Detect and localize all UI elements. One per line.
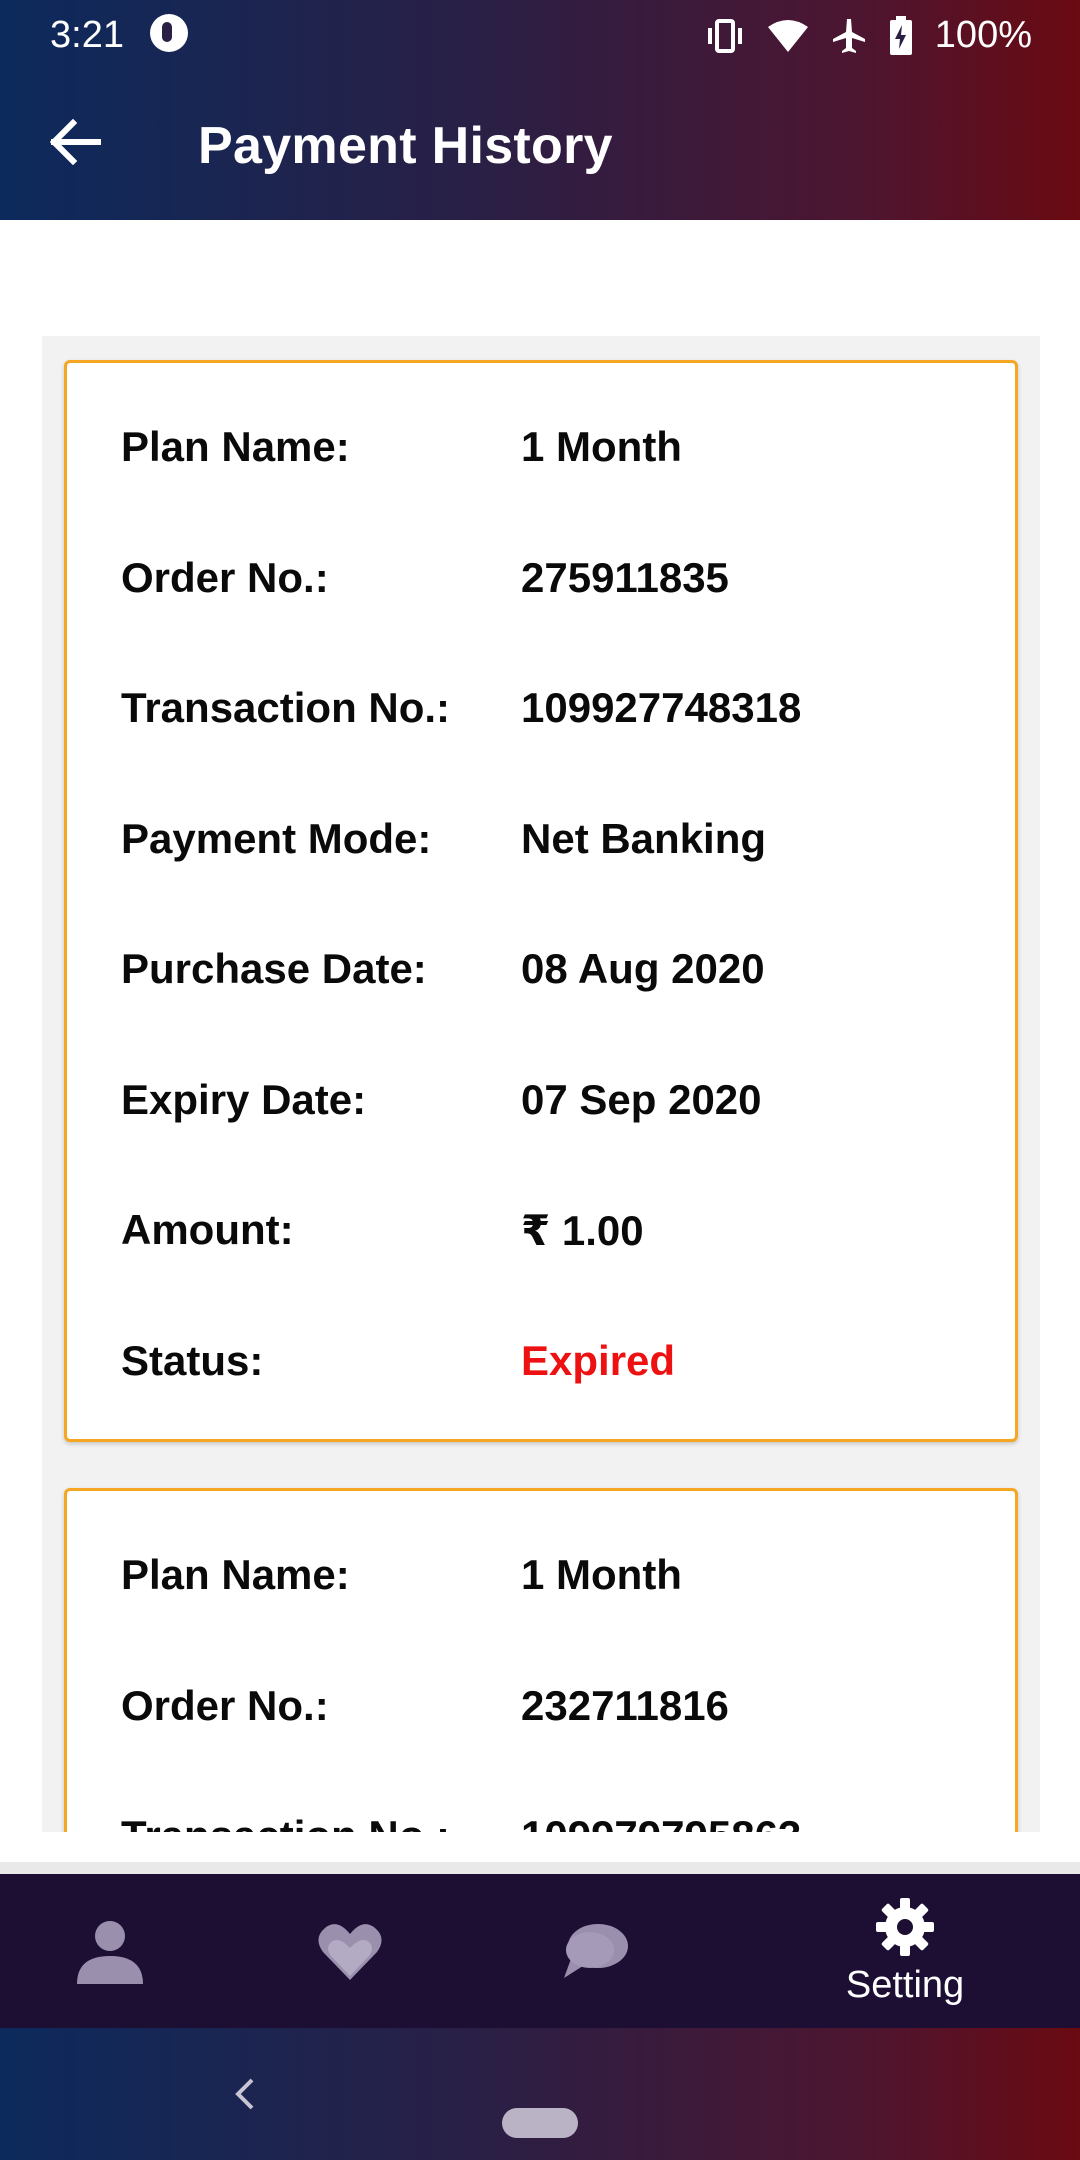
chat-icon xyxy=(564,1924,628,1978)
header: 3:21 100% Payment History xyxy=(0,0,1080,220)
airplane-icon xyxy=(832,18,865,53)
system-home-pill[interactable] xyxy=(502,2108,578,2138)
nav-item-matches[interactable] xyxy=(290,1874,410,2028)
nav-item-setting[interactable]: Setting xyxy=(820,1874,990,2028)
row-label: Transaction No.: xyxy=(121,684,451,731)
row-value: 232711816 xyxy=(521,1682,729,1729)
row-value: ₹ 1.00 xyxy=(521,1207,644,1254)
row-value: 1 Month xyxy=(521,423,682,470)
vibrate-icon xyxy=(707,18,742,53)
status-icons: 100% xyxy=(705,14,1032,57)
status-bar: 3:21 100% xyxy=(0,0,1080,72)
row-label: Order No.: xyxy=(121,554,329,601)
heart-icon xyxy=(318,1924,382,1980)
back-button[interactable] xyxy=(36,102,116,182)
payment-row-expiry-date: Expiry Date: 07 Sep 2020 xyxy=(121,1076,981,1136)
row-value: 07 Sep 2020 xyxy=(521,1076,762,1123)
row-label: Amount: xyxy=(121,1206,294,1253)
row-label: Purchase Date: xyxy=(121,945,427,992)
person-icon xyxy=(77,1921,143,1984)
nav-item-profile[interactable] xyxy=(50,1874,170,2028)
row-label: Payment Mode: xyxy=(121,815,432,862)
row-label: Transaction No.: xyxy=(121,1812,450,1832)
payment-card: Plan Name: 1 Month Order No.: 232711816 … xyxy=(64,1488,1018,1832)
payment-card: Plan Name: 1 Month Order No.: 275911835 … xyxy=(64,360,1018,1442)
payment-row-plan-name: Plan Name: 1 Month xyxy=(121,1551,981,1611)
row-label: Plan Name: xyxy=(121,1551,350,1598)
row-label: Status: xyxy=(121,1337,264,1384)
arrow-left-icon xyxy=(50,119,101,165)
row-value: 109979795863 xyxy=(521,1812,801,1832)
payment-row-payment-mode: Payment Mode: Net Banking xyxy=(121,815,981,875)
wifi-icon xyxy=(767,19,808,52)
payment-row-plan-name: Plan Name: 1 Month xyxy=(121,423,981,483)
payment-row-amount: Amount: ₹ 1.00 xyxy=(121,1206,981,1266)
app-bar: Payment History xyxy=(0,72,1080,220)
status-time: 3:21 xyxy=(50,14,124,56)
row-label: Plan Name: xyxy=(121,423,350,470)
gear-icon xyxy=(876,1897,934,1956)
payment-row-transaction-no: Transaction No.: 109979795863 xyxy=(121,1812,981,1832)
row-value: 109927748318 xyxy=(521,684,802,731)
nav-item-chat[interactable] xyxy=(535,1874,655,2028)
row-value: 275911835 xyxy=(521,554,729,601)
status-badge: Expired xyxy=(521,1337,676,1384)
row-label: Order No.: xyxy=(121,1682,329,1729)
page-title: Payment History xyxy=(198,117,613,175)
system-back-icon[interactable] xyxy=(222,2070,270,2118)
row-value: 1 Month xyxy=(521,1551,682,1598)
nav-label-setting: Setting xyxy=(845,1963,965,2006)
row-value: 08 Aug 2020 xyxy=(521,945,765,992)
app-notification-icon xyxy=(150,14,188,52)
payment-row-purchase-date: Purchase Date: 08 Aug 2020 xyxy=(121,945,981,1005)
row-value: Net Banking xyxy=(521,815,767,862)
payment-row-transaction-no: Transaction No.: 109927748318 xyxy=(121,684,981,744)
payment-list[interactable]: Plan Name: 1 Month Order No.: 275911835 … xyxy=(42,336,1040,1832)
bottom-divider xyxy=(0,1862,1080,1874)
payment-row-order-no: Order No.: 232711816 xyxy=(121,1682,981,1742)
battery-charging-icon xyxy=(889,15,912,55)
system-nav-bar xyxy=(0,2028,1080,2160)
payment-row-status: Status: Expired xyxy=(121,1337,981,1397)
row-label: Expiry Date: xyxy=(121,1076,367,1123)
payment-row-order-no: Order No.: 275911835 xyxy=(121,554,981,614)
bottom-nav: Setting xyxy=(0,1874,1080,2028)
battery-percent: 100% xyxy=(934,14,1032,56)
